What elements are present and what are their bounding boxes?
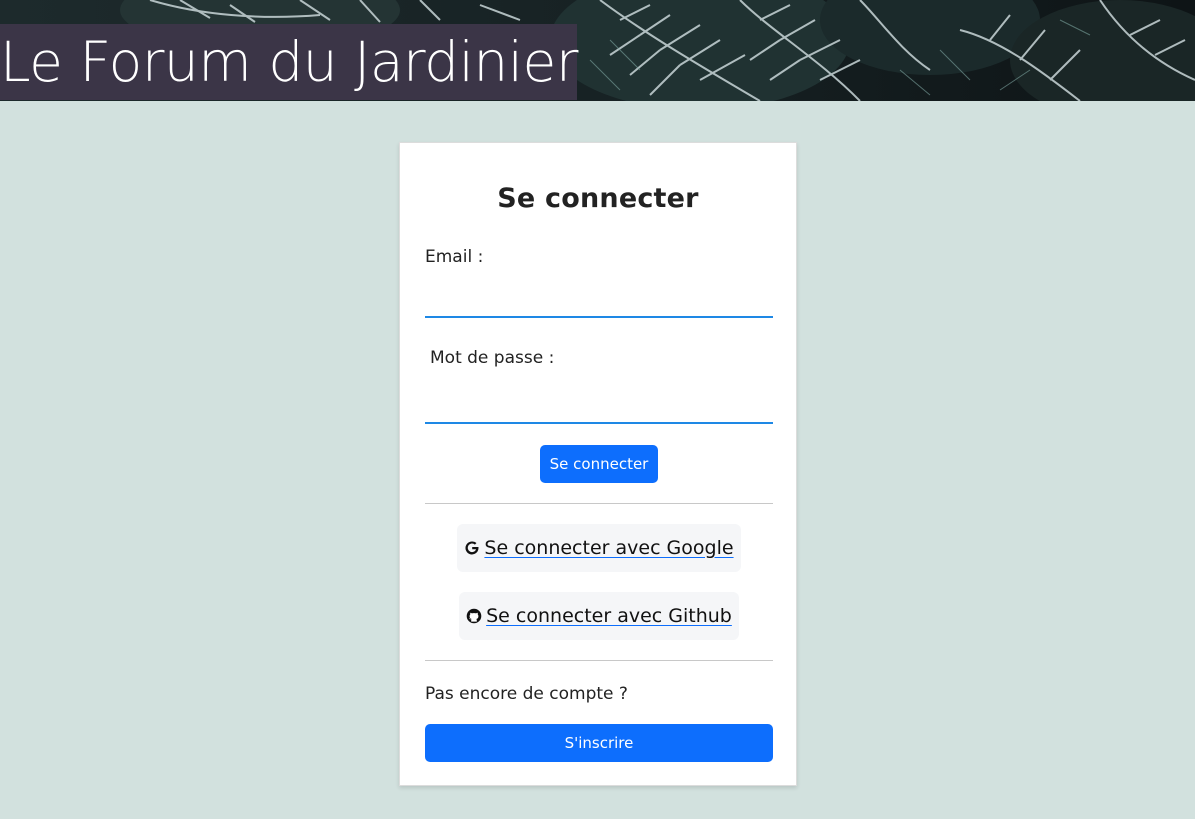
google-login-button[interactable]: Se connecter avec Google	[457, 524, 741, 572]
divider	[425, 503, 773, 504]
github-icon	[466, 608, 482, 624]
signup-button[interactable]: S'inscrire	[425, 724, 773, 762]
google-icon	[464, 540, 480, 556]
no-account-text: Pas encore de compte ?	[425, 684, 628, 704]
divider	[425, 660, 773, 661]
password-field[interactable]	[425, 386, 773, 424]
login-button[interactable]: Se connecter	[540, 445, 658, 483]
login-card: Se connecter Email : Mot de passe : Se c…	[399, 142, 797, 786]
site-title: Le Forum du Jardinier	[0, 24, 578, 100]
google-login-label: Se connecter avec Google	[484, 537, 734, 559]
email-label: Email :	[425, 247, 484, 267]
github-login-label: Se connecter avec Github	[486, 605, 732, 627]
login-title: Se connecter	[497, 183, 699, 214]
password-label: Mot de passe :	[430, 348, 555, 368]
header-banner: Le Forum du Jardinier	[0, 0, 1195, 101]
github-login-button[interactable]: Se connecter avec Github	[459, 592, 739, 640]
email-field[interactable]	[425, 280, 773, 318]
